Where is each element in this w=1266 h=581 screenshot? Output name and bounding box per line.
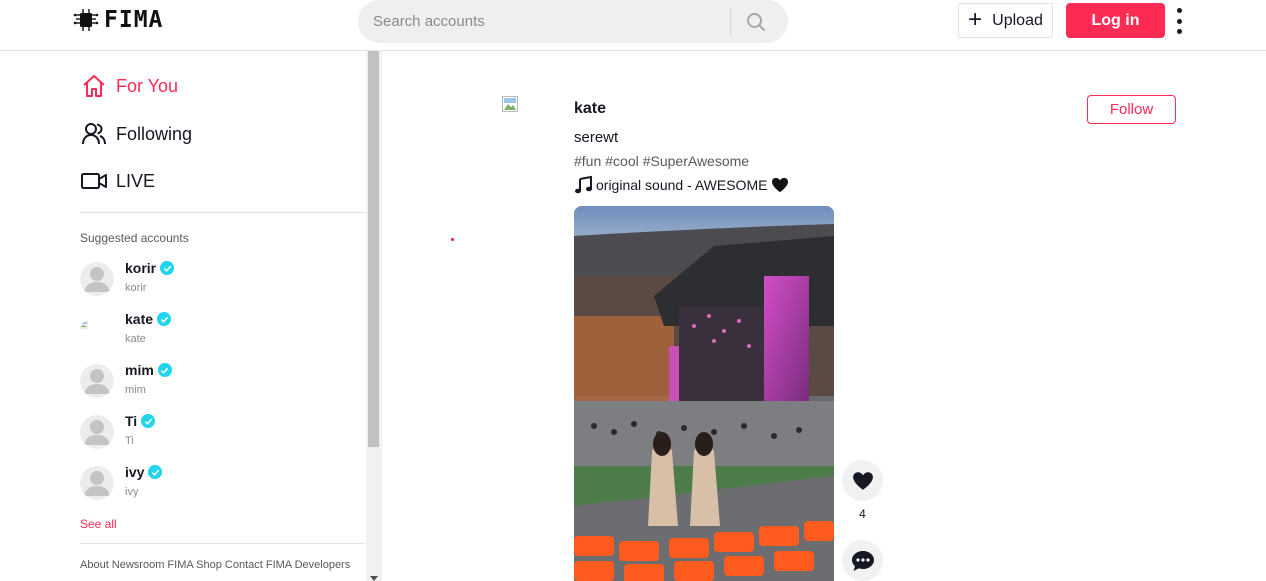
- nav-following[interactable]: Following: [80, 120, 192, 148]
- verified-badge-icon: [157, 363, 172, 377]
- suggested-accounts-title: Suggested accounts: [80, 231, 189, 245]
- nav-following-label: Following: [116, 123, 193, 144]
- verified-badge-icon: [141, 414, 156, 428]
- comment-button[interactable]: [842, 540, 883, 581]
- login-button[interactable]: Log in: [1066, 3, 1165, 38]
- logo-text: FIMA: [104, 7, 164, 33]
- footer-links[interactable]: About Newsroom FIMA Shop Contact FIMA De…: [80, 559, 350, 571]
- scrollbar-thumb[interactable]: [368, 51, 379, 447]
- nav-live-label: LIVE: [116, 170, 156, 191]
- account-username: kate: [125, 311, 172, 327]
- heart-icon: [852, 471, 873, 490]
- post-caption: serewt: [574, 129, 619, 146]
- like-count: 4: [859, 507, 866, 521]
- account-nickname: Ti: [125, 435, 134, 447]
- video-player[interactable]: [574, 206, 834, 581]
- suggested-account[interactable]: korir korir: [80, 260, 350, 302]
- top-header: FIMA + Upload Log in: [0, 0, 1266, 51]
- home-icon: [80, 72, 108, 100]
- default-avatar-icon: [80, 415, 114, 449]
- account-nickname: korir: [125, 282, 147, 294]
- live-video-icon: [80, 167, 108, 195]
- plus-icon: +: [968, 5, 983, 33]
- account-nickname: ivy: [125, 486, 139, 498]
- search-icon: [747, 12, 765, 31]
- post-author-name[interactable]: kate: [574, 100, 606, 118]
- more-options-icon[interactable]: [1170, 8, 1188, 34]
- sidebar-divider: [80, 543, 365, 544]
- music-note-icon: [575, 175, 592, 194]
- nav-for-you[interactable]: For You: [80, 72, 178, 100]
- hashtag-link[interactable]: #fun: [574, 153, 601, 169]
- search-bar: [358, 0, 788, 43]
- like-button[interactable]: [842, 460, 883, 501]
- hashtag-link[interactable]: #SuperAwesome: [643, 153, 749, 169]
- account-username: mim: [125, 362, 172, 378]
- sidebar-scrollbar[interactable]: [366, 51, 382, 581]
- post-sound[interactable]: original sound - AWESOME: [574, 175, 789, 195]
- sidebar: For You Following LIVE Suggested account…: [0, 51, 382, 581]
- suggested-account[interactable]: Ti Ti: [80, 413, 350, 455]
- verified-badge-icon: [157, 312, 172, 326]
- suggested-account[interactable]: mim mim: [80, 362, 350, 404]
- account-nickname: mim: [125, 384, 146, 396]
- concert-video-thumbnail: [574, 206, 834, 581]
- account-username: ivy: [125, 464, 163, 480]
- account-username: korir: [125, 260, 175, 276]
- broken-image-icon: [80, 321, 88, 329]
- sidebar-divider: [80, 212, 365, 213]
- suggested-account[interactable]: ivy ivy: [80, 464, 350, 506]
- search-button[interactable]: [731, 0, 781, 43]
- sound-name: original sound - AWESOME: [596, 177, 768, 193]
- default-avatar-icon: [80, 466, 114, 500]
- people-icon: [80, 120, 108, 148]
- chip-logo-icon: [73, 9, 99, 31]
- default-avatar-icon: [80, 262, 114, 296]
- upload-label: Upload: [992, 11, 1043, 29]
- nav-live[interactable]: LIVE: [80, 167, 155, 195]
- post-hashtags: #fun #cool #SuperAwesome: [574, 153, 749, 169]
- verified-badge-icon: [160, 261, 175, 275]
- verified-badge-icon: [148, 465, 163, 479]
- logo[interactable]: FIMA: [72, 6, 163, 34]
- account-nickname: kate: [125, 333, 146, 345]
- see-all-link[interactable]: See all: [80, 517, 117, 531]
- account-username: Ti: [125, 413, 156, 429]
- search-input[interactable]: [358, 0, 730, 43]
- broken-image-icon[interactable]: [502, 96, 518, 112]
- upload-button[interactable]: + Upload: [958, 3, 1053, 38]
- nav-for-you-label: For You: [116, 75, 179, 96]
- default-avatar-icon: [80, 364, 114, 398]
- heart-icon: [772, 177, 789, 193]
- suggested-account[interactable]: kate kate: [80, 311, 350, 353]
- scroll-down-arrow-icon[interactable]: [370, 576, 378, 581]
- comment-icon: [851, 550, 874, 571]
- follow-button[interactable]: Follow: [1087, 95, 1176, 124]
- hashtag-link[interactable]: #cool: [605, 153, 638, 169]
- red-dot: [451, 238, 454, 241]
